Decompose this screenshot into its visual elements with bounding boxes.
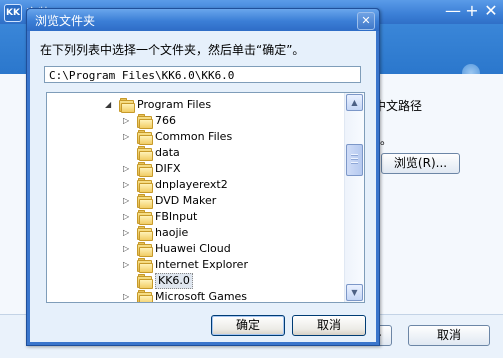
- folder-icon: [137, 274, 153, 289]
- tree-item-label: KK6.0: [155, 273, 193, 289]
- folder-icon: [137, 162, 153, 177]
- tree-item-label: data: [155, 146, 180, 159]
- tree-item[interactable]: ▷ FBInput: [47, 209, 345, 225]
- folder-icon: [137, 178, 153, 193]
- folder-icon: [137, 194, 153, 209]
- tree-item-label: DVD Maker: [155, 194, 217, 207]
- expand-arrow-icon[interactable]: ▷: [123, 292, 129, 302]
- tree-scrollbar[interactable]: ▲ ▼: [344, 93, 364, 302]
- tree-item-label: haojie: [155, 226, 189, 239]
- scroll-thumb[interactable]: [346, 144, 363, 176]
- folder-icon: [137, 130, 153, 145]
- browse-folder-dialog: 浏览文件夹 ✕ 在下列列表中选择一个文件夹，然后单击“确定”。 C:\Progr…: [26, 8, 380, 346]
- tree-item-label: dnplayerext2: [155, 178, 228, 191]
- folder-path-field[interactable]: C:\Program Files\KK6.0\KK6.0: [44, 66, 361, 83]
- expand-arrow-icon[interactable]: ▷: [123, 116, 129, 126]
- tree-item[interactable]: ▷ Internet Explorer: [47, 257, 345, 273]
- folder-tree[interactable]: ◢ Program Files ▷ 766 ▷ Common Files data ▷ DI…: [46, 92, 365, 303]
- tree-item[interactable]: ▷ Huawei Cloud: [47, 241, 345, 257]
- expand-arrow-icon[interactable]: ▷: [123, 228, 129, 238]
- tree-item-label: DIFX: [155, 162, 181, 175]
- app-icon: KK: [4, 4, 22, 22]
- tree-item[interactable]: data: [47, 145, 345, 161]
- folder-icon: [137, 258, 153, 273]
- tree-item[interactable]: ▷ DVD Maker: [47, 193, 345, 209]
- installer-cancel-button[interactable]: 取消: [408, 325, 490, 346]
- folder-icon: [119, 98, 135, 113]
- tree-item[interactable]: ▷ 766: [47, 113, 345, 129]
- dialog-close-icon[interactable]: ✕: [357, 12, 375, 30]
- tree-item-label: Program Files: [137, 98, 212, 111]
- expand-arrow-icon[interactable]: ▷: [123, 180, 129, 190]
- dialog-title-bar[interactable]: 浏览文件夹 ✕: [27, 9, 379, 31]
- tree-item-label: Microsoft Games: [155, 290, 248, 303]
- expand-arrow-icon[interactable]: ▷: [123, 132, 129, 142]
- tree-item-label: 766: [155, 114, 176, 127]
- tree-item[interactable]: ▷ Common Files: [47, 129, 345, 145]
- folder-icon: [137, 210, 153, 225]
- dialog-body: 在下列列表中选择一个文件夹，然后单击“确定”。 C:\Program Files…: [30, 31, 376, 342]
- tree-item-label: FBInput: [155, 210, 198, 223]
- tree-item[interactable]: ▷ dnplayerext2: [47, 177, 345, 193]
- tree-item[interactable]: ▷ Microsoft Games: [47, 289, 345, 303]
- folder-icon: [137, 242, 153, 257]
- tree-item-label: Common Files: [155, 130, 233, 143]
- folder-icon: [137, 226, 153, 241]
- minimize-icon[interactable]: —: [444, 2, 462, 20]
- ok-button[interactable]: 确定: [211, 315, 285, 336]
- expand-arrow-icon[interactable]: ▷: [123, 212, 129, 222]
- expand-arrow-icon[interactable]: ▷: [123, 244, 129, 254]
- tree-item-program-files[interactable]: ◢ Program Files: [47, 97, 345, 113]
- dialog-title: 浏览文件夹: [35, 14, 96, 28]
- cancel-button[interactable]: 取消: [292, 315, 366, 336]
- maximize-icon[interactable]: +: [463, 2, 481, 20]
- folder-icon: [137, 114, 153, 129]
- folder-icon: [137, 146, 153, 161]
- scroll-down-icon[interactable]: ▼: [346, 284, 363, 301]
- dialog-prompt: 在下列列表中选择一个文件夹，然后单击“确定”。: [40, 43, 305, 57]
- collapse-arrow-icon[interactable]: ◢: [105, 100, 111, 110]
- expand-arrow-icon[interactable]: ▷: [123, 196, 129, 206]
- expand-arrow-icon[interactable]: ▷: [123, 164, 129, 174]
- tree-item[interactable]: ▷ haojie: [47, 225, 345, 241]
- expand-arrow-icon[interactable]: ▷: [123, 260, 129, 270]
- browse-button[interactable]: 浏览(R)...: [381, 153, 460, 174]
- scroll-up-icon[interactable]: ▲: [346, 94, 363, 111]
- tree-item-label: Huawei Cloud: [155, 242, 231, 255]
- folder-icon: [137, 290, 153, 302]
- install-path-note: 。: [380, 133, 393, 147]
- tree-item[interactable]: KK6.0: [47, 273, 345, 289]
- install-path-label: 中文路径: [374, 99, 423, 113]
- close-icon[interactable]: ✕: [482, 2, 500, 20]
- tree-item-label: Internet Explorer: [155, 258, 248, 271]
- tree-item[interactable]: ▷ DIFX: [47, 161, 345, 177]
